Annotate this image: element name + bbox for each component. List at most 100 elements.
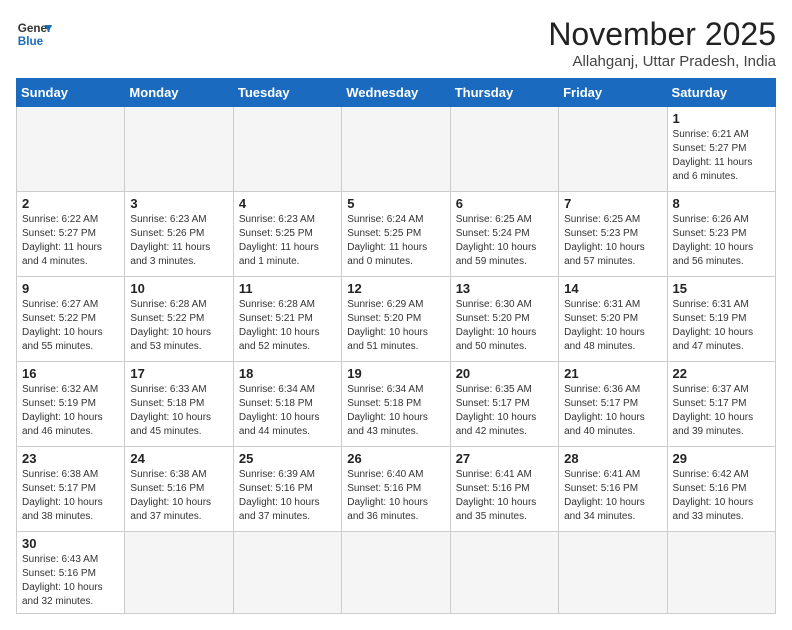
weekday-header-row: SundayMondayTuesdayWednesdayThursdayFrid… <box>17 79 776 107</box>
day-info: Sunrise: 6:38 AM Sunset: 5:16 PM Dayligh… <box>130 468 227 524</box>
day-number: 17 <box>130 366 227 381</box>
day-info: Sunrise: 6:43 AM Sunset: 5:16 PM Dayligh… <box>22 553 119 609</box>
day-number: 19 <box>347 366 444 381</box>
day-info: Sunrise: 6:22 AM Sunset: 5:27 PM Dayligh… <box>22 213 119 269</box>
day-info: Sunrise: 6:29 AM Sunset: 5:20 PM Dayligh… <box>347 298 444 354</box>
day-number: 25 <box>239 451 336 466</box>
calendar-day-cell <box>125 532 233 614</box>
day-number: 21 <box>564 366 661 381</box>
day-number: 9 <box>22 281 119 296</box>
calendar-day-cell: 22Sunrise: 6:37 AM Sunset: 5:17 PM Dayli… <box>667 362 775 447</box>
calendar-day-cell: 10 Sunrise: 6:28 AM Sunset: 5:22 PM Dayli… <box>125 277 233 362</box>
day-info: Sunrise: 6:28 AM Sunset: 5:21 PM Dayligh… <box>239 298 336 354</box>
calendar-day-cell: 30 Sunrise: 6:43 AM Sunset: 5:16 PM Dayli… <box>17 532 125 614</box>
day-info: Sunrise: 6:31 AM Sunset: 5:20 PM Dayligh… <box>564 298 661 354</box>
day-info: Sunrise: 6:34 AM Sunset: 5:18 PM Dayligh… <box>239 383 336 439</box>
day-info: Sunrise: 6:37 AM Sunset: 5:17 PM Dayligh… <box>673 383 770 439</box>
day-number: 10 <box>130 281 227 296</box>
day-info: Sunrise: 6:41 AM Sunset: 5:16 PM Dayligh… <box>564 468 661 524</box>
calendar-day-cell: 20 Sunrise: 6:35 AM Sunset: 5:17 PM Dayli… <box>450 362 558 447</box>
calendar-day-cell: 2 Sunrise: 6:22 AM Sunset: 5:27 PM Daylig… <box>17 192 125 277</box>
weekday-header-sunday: Sunday <box>17 79 125 107</box>
logo-icon: General Blue <box>16 16 52 52</box>
calendar-day-cell: 14 Sunrise: 6:31 AM Sunset: 5:20 PM Dayli… <box>559 277 667 362</box>
day-number: 16 <box>22 366 119 381</box>
calendar-day-cell <box>17 107 125 192</box>
day-info: Sunrise: 6:28 AM Sunset: 5:22 PM Dayligh… <box>130 298 227 354</box>
calendar-day-cell <box>450 107 558 192</box>
day-info: Sunrise: 6:25 AM Sunset: 5:24 PM Dayligh… <box>456 213 553 269</box>
day-number: 24 <box>130 451 227 466</box>
logo: General Blue <box>16 16 52 52</box>
day-info: Sunrise: 6:41 AM Sunset: 5:16 PM Dayligh… <box>456 468 553 524</box>
day-info: Sunrise: 6:40 AM Sunset: 5:16 PM Dayligh… <box>347 468 444 524</box>
calendar-day-cell: 24 Sunrise: 6:38 AM Sunset: 5:16 PM Dayli… <box>125 447 233 532</box>
day-info: Sunrise: 6:35 AM Sunset: 5:17 PM Dayligh… <box>456 383 553 439</box>
day-number: 8 <box>673 196 770 211</box>
calendar-day-cell: 8 Sunrise: 6:26 AM Sunset: 5:23 PM Daylig… <box>667 192 775 277</box>
calendar-day-cell: 4Sunrise: 6:23 AM Sunset: 5:25 PM Daylig… <box>233 192 341 277</box>
day-number: 28 <box>564 451 661 466</box>
calendar-day-cell: 12Sunrise: 6:29 AM Sunset: 5:20 PM Dayli… <box>342 277 450 362</box>
calendar-week-row: 1Sunrise: 6:21 AM Sunset: 5:27 PM Daylig… <box>17 107 776 192</box>
day-info: Sunrise: 6:39 AM Sunset: 5:16 PM Dayligh… <box>239 468 336 524</box>
day-info: Sunrise: 6:27 AM Sunset: 5:22 PM Dayligh… <box>22 298 119 354</box>
calendar-day-cell: 7 Sunrise: 6:25 AM Sunset: 5:23 PM Daylig… <box>559 192 667 277</box>
month-title: November 2025 <box>548 16 776 53</box>
weekday-header-thursday: Thursday <box>450 79 558 107</box>
day-number: 7 <box>564 196 661 211</box>
day-info: Sunrise: 6:30 AM Sunset: 5:20 PM Dayligh… <box>456 298 553 354</box>
day-number: 23 <box>22 451 119 466</box>
calendar-day-cell <box>667 532 775 614</box>
day-info: Sunrise: 6:23 AM Sunset: 5:26 PM Dayligh… <box>130 213 227 269</box>
calendar-day-cell: 29Sunrise: 6:42 AM Sunset: 5:16 PM Dayli… <box>667 447 775 532</box>
calendar-week-row: 30 Sunrise: 6:43 AM Sunset: 5:16 PM Dayli… <box>17 532 776 614</box>
calendar-day-cell: 16 Sunrise: 6:32 AM Sunset: 5:19 PM Dayli… <box>17 362 125 447</box>
day-info: Sunrise: 6:33 AM Sunset: 5:18 PM Dayligh… <box>130 383 227 439</box>
day-number: 11 <box>239 281 336 296</box>
day-number: 20 <box>456 366 553 381</box>
calendar-day-cell: 27 Sunrise: 6:41 AM Sunset: 5:16 PM Dayli… <box>450 447 558 532</box>
calendar-day-cell: 3 Sunrise: 6:23 AM Sunset: 5:26 PM Daylig… <box>125 192 233 277</box>
title-area: November 2025 Allahganj, Uttar Pradesh, … <box>548 16 776 70</box>
calendar-day-cell: 11 Sunrise: 6:28 AM Sunset: 5:21 PM Dayli… <box>233 277 341 362</box>
day-number: 14 <box>564 281 661 296</box>
calendar-day-cell <box>559 107 667 192</box>
calendar-day-cell: 1Sunrise: 6:21 AM Sunset: 5:27 PM Daylig… <box>667 107 775 192</box>
calendar-day-cell <box>233 532 341 614</box>
day-number: 13 <box>456 281 553 296</box>
day-info: Sunrise: 6:34 AM Sunset: 5:18 PM Dayligh… <box>347 383 444 439</box>
calendar-day-cell: 19 Sunrise: 6:34 AM Sunset: 5:18 PM Dayli… <box>342 362 450 447</box>
calendar-day-cell: 21 Sunrise: 6:36 AM Sunset: 5:17 PM Dayli… <box>559 362 667 447</box>
calendar-day-cell <box>559 532 667 614</box>
day-info: Sunrise: 6:26 AM Sunset: 5:23 PM Dayligh… <box>673 213 770 269</box>
calendar-table: SundayMondayTuesdayWednesdayThursdayFrid… <box>16 78 776 614</box>
day-number: 5 <box>347 196 444 211</box>
day-number: 15 <box>673 281 770 296</box>
calendar-day-cell: 5Sunrise: 6:24 AM Sunset: 5:25 PM Daylig… <box>342 192 450 277</box>
day-number: 3 <box>130 196 227 211</box>
weekday-header-monday: Monday <box>125 79 233 107</box>
day-info: Sunrise: 6:25 AM Sunset: 5:23 PM Dayligh… <box>564 213 661 269</box>
day-info: Sunrise: 6:36 AM Sunset: 5:17 PM Dayligh… <box>564 383 661 439</box>
day-number: 30 <box>22 536 119 551</box>
calendar-day-cell: 15Sunrise: 6:31 AM Sunset: 5:19 PM Dayli… <box>667 277 775 362</box>
day-number: 2 <box>22 196 119 211</box>
day-info: Sunrise: 6:32 AM Sunset: 5:19 PM Dayligh… <box>22 383 119 439</box>
calendar-week-row: 2 Sunrise: 6:22 AM Sunset: 5:27 PM Daylig… <box>17 192 776 277</box>
day-number: 27 <box>456 451 553 466</box>
location-subtitle: Allahganj, Uttar Pradesh, India <box>548 53 776 70</box>
calendar-week-row: 16 Sunrise: 6:32 AM Sunset: 5:19 PM Dayli… <box>17 362 776 447</box>
page-header: General Blue November 2025 Allahganj, Ut… <box>16 16 776 70</box>
calendar-day-cell <box>342 532 450 614</box>
weekday-header-tuesday: Tuesday <box>233 79 341 107</box>
calendar-day-cell: 9 Sunrise: 6:27 AM Sunset: 5:22 PM Daylig… <box>17 277 125 362</box>
calendar-day-cell: 25 Sunrise: 6:39 AM Sunset: 5:16 PM Dayli… <box>233 447 341 532</box>
calendar-week-row: 9 Sunrise: 6:27 AM Sunset: 5:22 PM Daylig… <box>17 277 776 362</box>
calendar-day-cell: 6 Sunrise: 6:25 AM Sunset: 5:24 PM Daylig… <box>450 192 558 277</box>
weekday-header-wednesday: Wednesday <box>342 79 450 107</box>
day-number: 26 <box>347 451 444 466</box>
svg-text:Blue: Blue <box>18 35 44 48</box>
day-number: 6 <box>456 196 553 211</box>
weekday-header-saturday: Saturday <box>667 79 775 107</box>
